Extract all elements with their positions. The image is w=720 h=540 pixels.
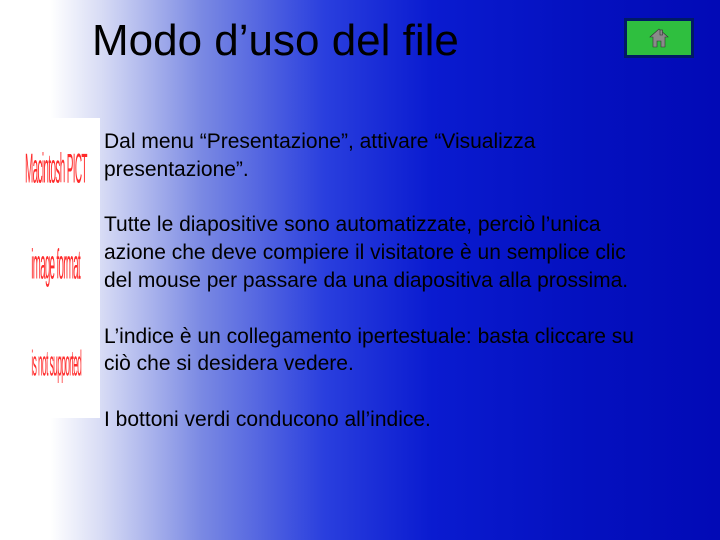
home-button[interactable] (624, 18, 694, 58)
paragraph-2: Tutte le diapositive sono automatizzate,… (104, 211, 644, 294)
placeholder-text-line: image format (32, 245, 81, 292)
paragraph-4: I bottoni verdi conducono all’indice. (104, 406, 644, 434)
home-icon (647, 26, 671, 50)
body-text: Dal menu “Presentazione”, attivare “Visu… (104, 128, 644, 462)
paragraph-1: Dal menu “Presentazione”, attivare “Visu… (104, 128, 644, 183)
placeholder-text-line: is not supported (31, 344, 81, 385)
slide: Modo d’uso del file Macintosh PICT image… (0, 0, 720, 540)
side-placeholder-image: Macintosh PICT image format is not suppo… (12, 118, 100, 418)
page-title: Modo d’uso del file (92, 16, 459, 66)
placeholder-text-line: Macintosh PICT (25, 149, 87, 196)
paragraph-3: L’indice è un collegamento ipertestuale:… (104, 323, 644, 378)
